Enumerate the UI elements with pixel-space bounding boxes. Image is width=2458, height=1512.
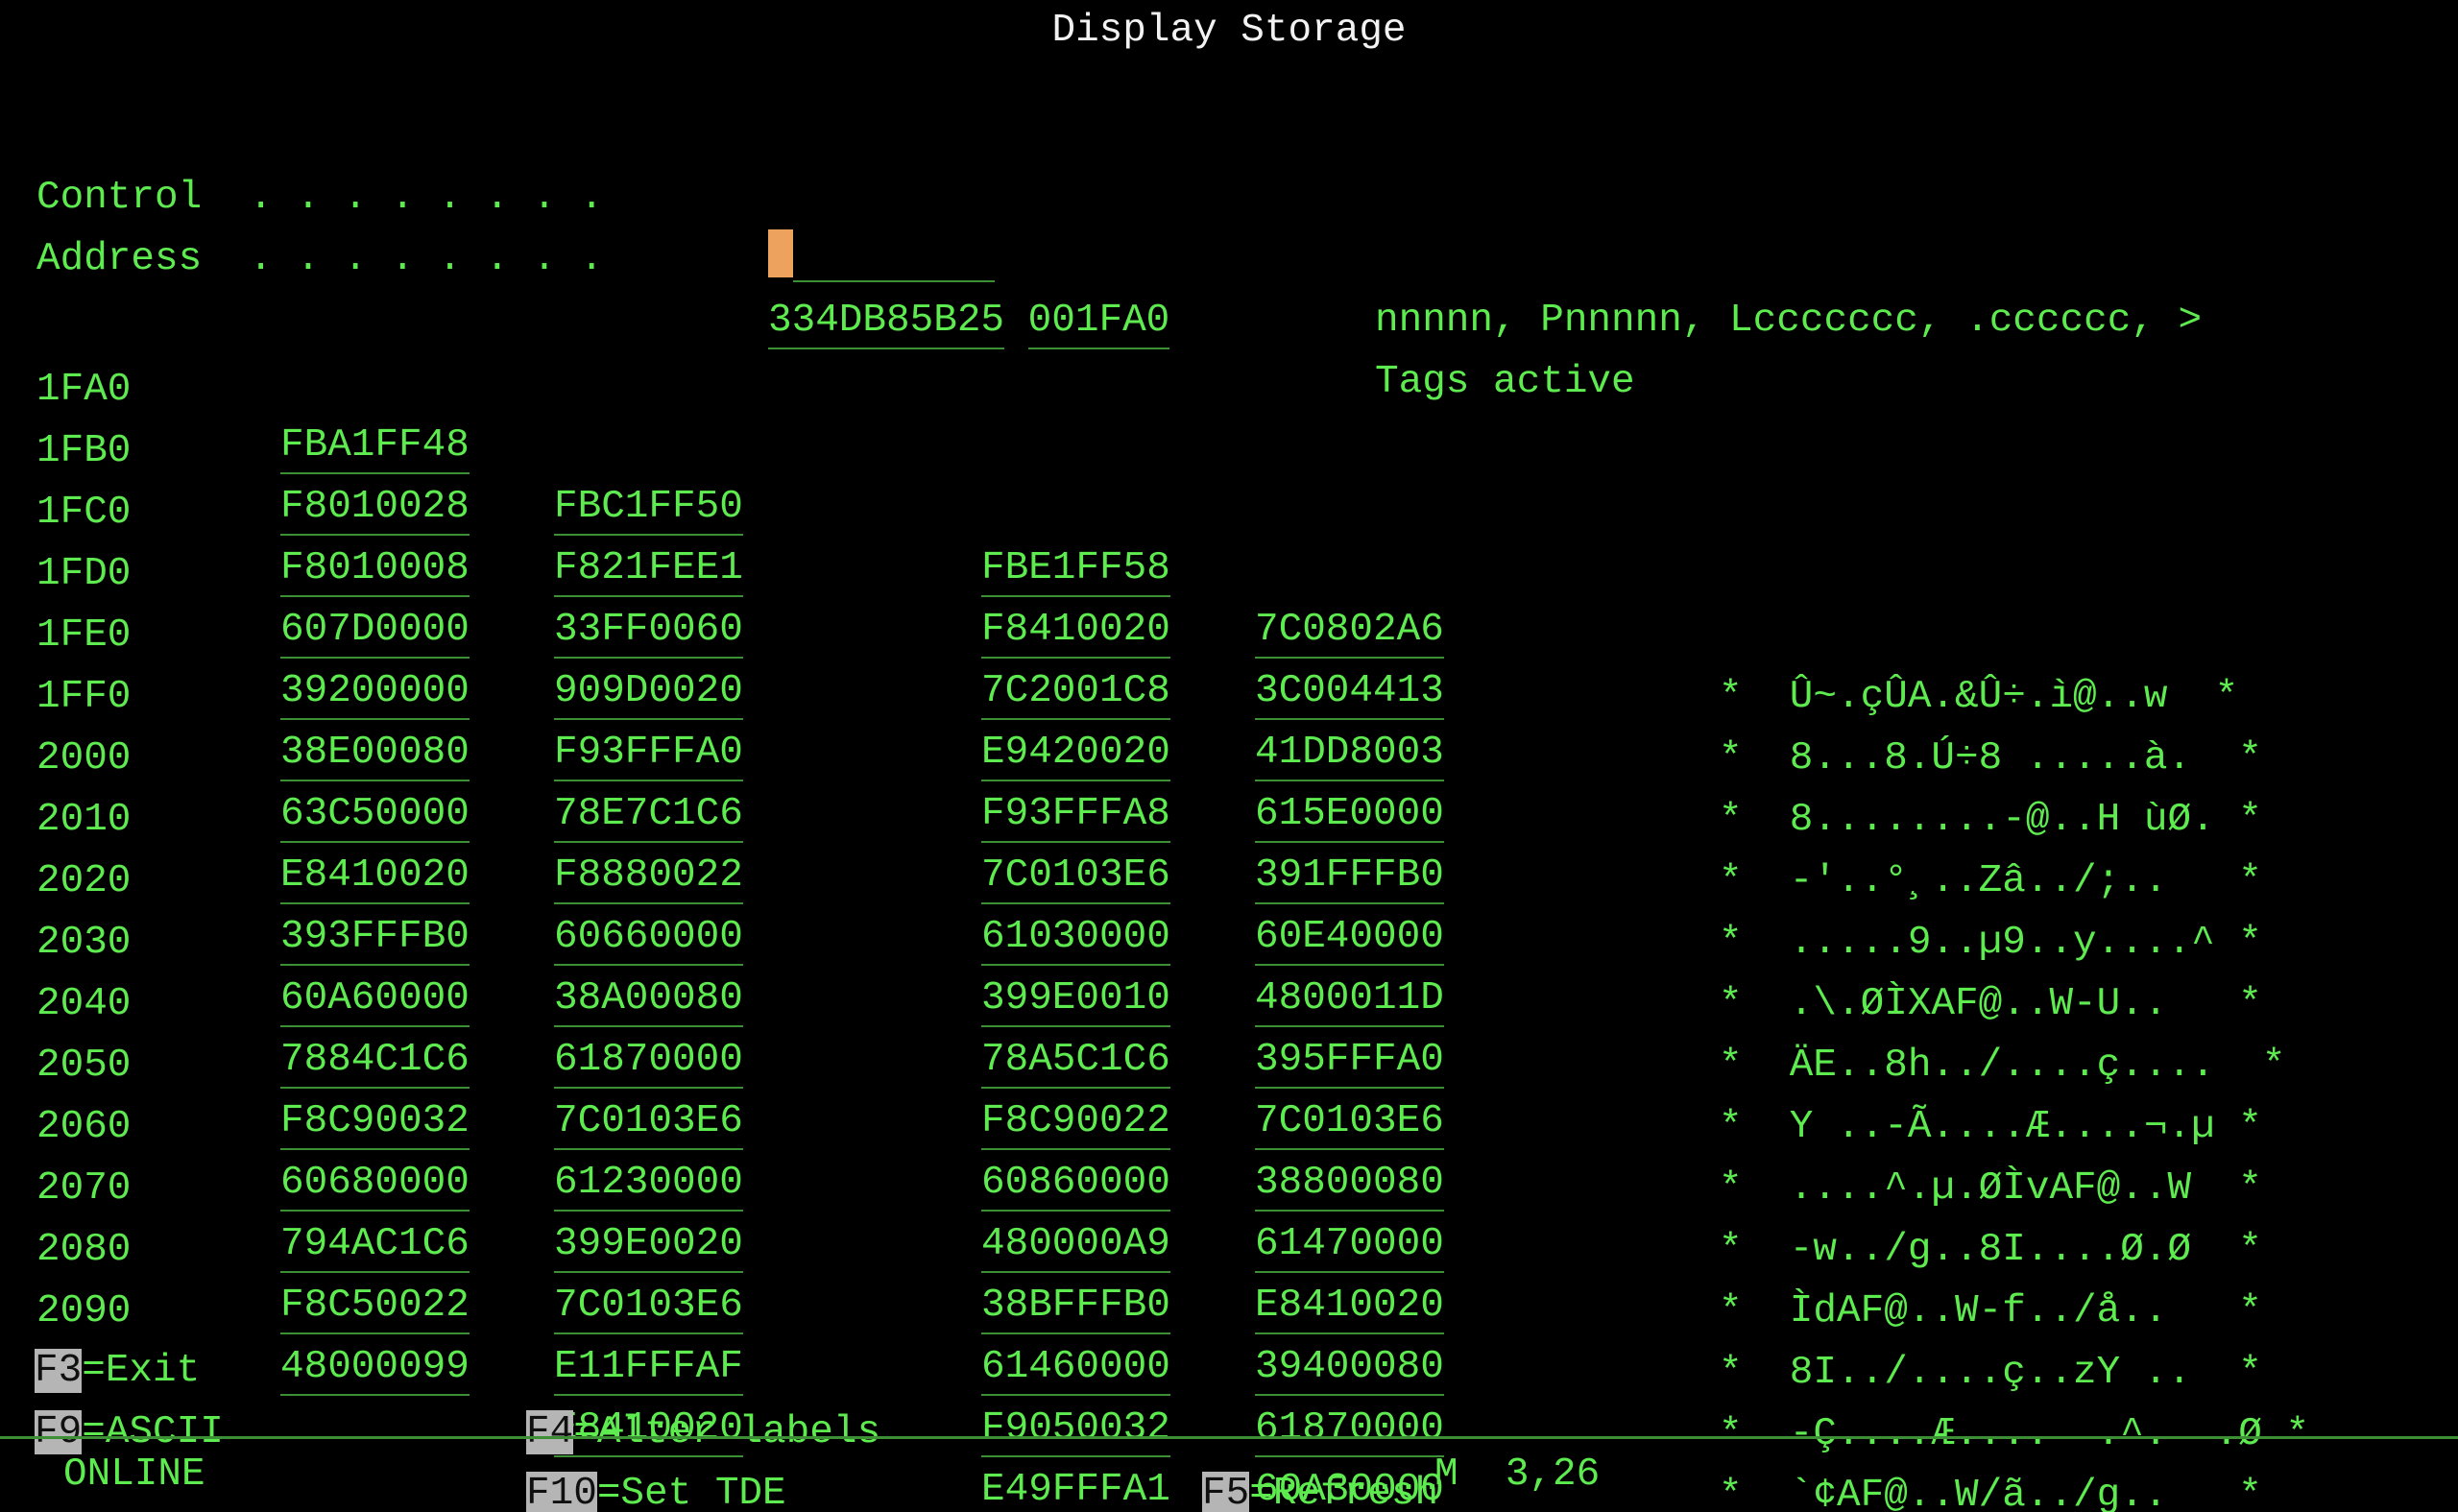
table-row: 2080 F8C50022 E11FFFAF F9050032 60A30000… bbox=[0, 1158, 2458, 1219]
table-row: 2030 60A60000 61870000 F8C90022 38800080… bbox=[0, 851, 2458, 912]
status-coordinates: 3,26 bbox=[1506, 1452, 1600, 1497]
status-bar: ONLINE M 3,26 bbox=[0, 1444, 2458, 1505]
control-input[interactable] bbox=[768, 228, 995, 290]
table-row: 1FB0 F8010028 F821FEE1 F8410020 3C004413… bbox=[0, 359, 2458, 420]
status-online-indicator: ONLINE bbox=[63, 1444, 205, 1505]
table-row: 1FF0 38E00080 78E7C1C6 7C0103E6 60E40000… bbox=[0, 605, 2458, 666]
table-row: 2090 48000099 E8410020 E49FFFA1 608C0000… bbox=[0, 1219, 2458, 1281]
table-row: 1FC0 F8010008 33FF0060 7C2001C8 41DD8003… bbox=[0, 420, 2458, 482]
status-mode: M bbox=[1434, 1452, 1458, 1497]
control-line: Control . . . . . . . . nnnnn, Pnnnnn, L… bbox=[0, 106, 2458, 167]
table-row: 1FD0 607D0000 909D0020 E9420020 615E0000… bbox=[0, 482, 2458, 543]
text-cursor bbox=[768, 229, 793, 277]
table-row: 2050 F8C90032 61230000 480000A9 E8410020… bbox=[0, 973, 2458, 1035]
page-title: Display Storage bbox=[0, 0, 2458, 61]
table-row: 2040 7884C1C6 7C0103E6 60860000 61470000… bbox=[0, 912, 2458, 973]
terminal-screen: Display Storage Control . . . . . . . . … bbox=[0, 0, 2458, 1512]
function-key-row-1: F3=Exit F4=Alter labels F5=Refresh F6=Di… bbox=[0, 1279, 2458, 1340]
address-label: Address . . . . . . . . bbox=[36, 228, 604, 290]
address-line: Address . . . . . . . . 334DB85B25 001FA… bbox=[0, 167, 2458, 228]
cursor-position-indicator: M 3,26 bbox=[1434, 1444, 1600, 1505]
table-row: 2010 E8410020 60660000 399E0010 395FFFA0… bbox=[0, 728, 2458, 789]
table-row: 2020 393FFFB0 38A00080 78A5C1C6 7C0103E6… bbox=[0, 789, 2458, 851]
function-key-bar: F3=Exit F4=Alter labels F5=Refresh F6=Di… bbox=[0, 1279, 2458, 1402]
table-row: 1FE0 39200000 F93FFFA0 F93FFFA8 391FFFB0… bbox=[0, 543, 2458, 605]
table-row: 2000 63C50000 F8880022 61030000 4800011D… bbox=[0, 666, 2458, 728]
function-key-row-2: F9=ASCII F10=Set TDE F11=Alter storage F… bbox=[0, 1340, 2458, 1402]
table-row: 1FA0 FBA1FF48 FBC1FF50 FBE1FF58 7C0802A6… bbox=[0, 298, 2458, 359]
status-separator bbox=[0, 1436, 2458, 1439]
storage-dump-table: 1FA0 FBA1FF48 FBC1FF50 FBE1FF58 7C0802A6… bbox=[0, 298, 2458, 1281]
table-row: 2070 794AC1C6 7C0103E6 61460000 61870000… bbox=[0, 1096, 2458, 1158]
table-row: 2060 60680000 399E0020 38BFFFB0 39400080… bbox=[0, 1035, 2458, 1096]
